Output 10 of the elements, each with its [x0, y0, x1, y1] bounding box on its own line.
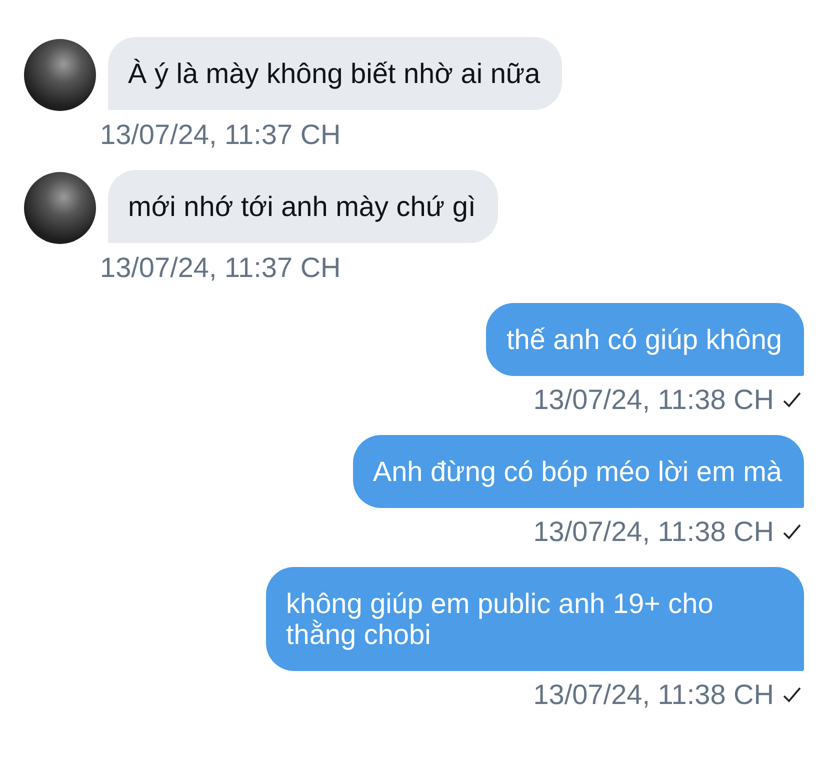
message-bubble: À ý là mày không biết nhờ ai nữa [108, 37, 562, 110]
message-timestamp: 13/07/24, 11:37 CH [100, 252, 341, 284]
message-timestamp: 13/07/24, 11:38 CH [533, 679, 774, 711]
message-timestamp: 13/07/24, 11:38 CH [533, 384, 774, 416]
message-bubble: thế anh có giúp không [486, 303, 804, 376]
message-timestamp: 13/07/24, 11:38 CH [533, 516, 774, 548]
message-bubble: mới nhớ tới anh mày chứ gì [108, 170, 498, 243]
message-bubble: không giúp em public anh 19+ cho thằng chobi [266, 567, 804, 671]
message-bubble: Anh đừng có bóp méo lời em mà [352, 435, 804, 508]
message-timestamp: 13/07/24, 11:37 CH [100, 119, 341, 151]
